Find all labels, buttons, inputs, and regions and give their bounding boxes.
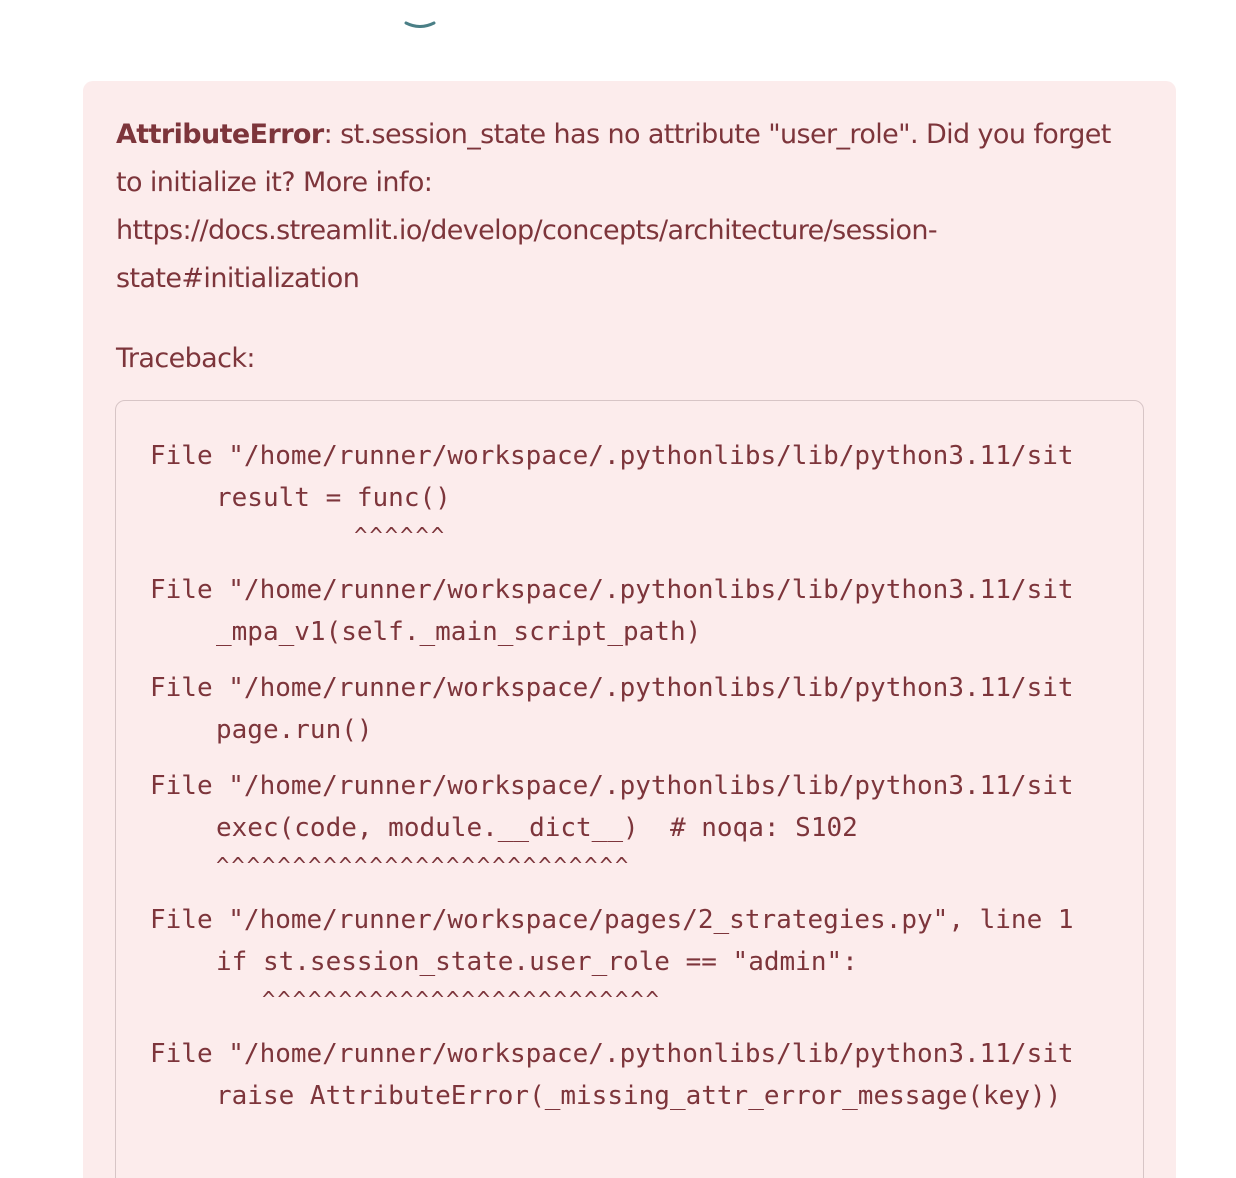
traceback-caret-marker: ^^^^^^ [216,524,447,549]
traceback-source-line: raise AttributeError(_missing_attr_error… [216,1081,1062,1111]
exception-type: AttributeError [116,119,324,150]
traceback-source-line: exec(code, module.__dict__) # noqa: S102 [216,813,858,843]
traceback-frame: File "/home/runner/workspace/.pythonlibs… [150,1033,1074,1117]
exception-message: AttributeError: st.session_state has no … [116,111,1144,303]
traceback-source-line: result = func() [216,483,451,513]
traceback-source-line: _mpa_v1(self._main_script_path) [216,617,702,647]
traceback-frame: File "/home/runner/workspace/.pythonlibs… [150,435,1074,555]
traceback-frame: File "/home/runner/workspace/.pythonlibs… [150,667,1074,751]
traceback-file-line: File "/home/runner/workspace/.pythonlibs… [150,1039,1074,1069]
traceback-frame: File "/home/runner/workspace/.pythonlibs… [150,569,1074,653]
traceback-source-line: page.run() [216,715,373,745]
traceback-frame: File "/home/runner/workspace/pages/2_str… [150,899,1074,1019]
traceback-label: Traceback: [116,343,255,374]
traceback-file-line: File "/home/runner/workspace/pages/2_str… [150,905,1074,935]
traceback-source-line: if st.session_state.user_role == "admin"… [216,947,858,977]
traceback-code: File "/home/runner/workspace/.pythonlibs… [150,435,1074,1131]
docs-link[interactable]: https://docs.streamlit.io/develop/concep… [116,207,1144,255]
traceback-file-line: File "/home/runner/workspace/.pythonlibs… [150,575,1074,605]
traceback-caret-marker: ^^^^^^^^^^^^^^^^^^^^^^^^^^^ [216,854,631,879]
exception-message-line: to initialize it? More info: [116,167,433,198]
traceback-code-block[interactable]: File "/home/runner/workspace/.pythonlibs… [115,400,1144,1178]
traceback-file-line: File "/home/runner/workspace/.pythonlibs… [150,441,1074,471]
exception-alert: AttributeError: st.session_state has no … [83,81,1176,1178]
docs-link[interactable]: state#initialization [116,255,1144,303]
traceback-caret-marker: ^^^^^^^^^^^^^^^^^^^^^^^^^^ [216,988,662,1013]
traceback-file-line: File "/home/runner/workspace/.pythonlibs… [150,673,1074,703]
spinner-arc-icon [404,21,436,28]
traceback-file-line: File "/home/runner/workspace/.pythonlibs… [150,771,1074,801]
traceback-frame: File "/home/runner/workspace/.pythonlibs… [150,765,1074,885]
exception-message-line: : st.session_state has no attribute "use… [323,119,1112,150]
